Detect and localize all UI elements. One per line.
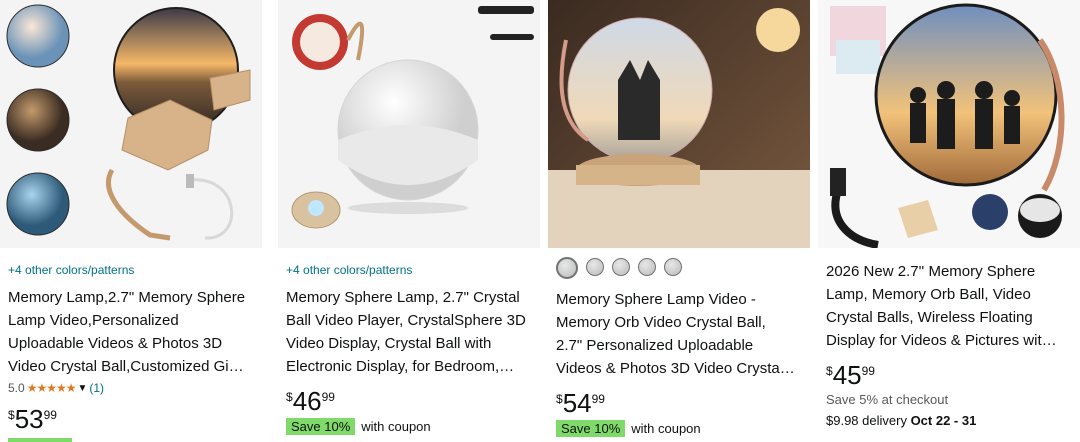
delivery-fee: $9.98 delivery <box>826 413 911 428</box>
rating-value: 5.0 <box>8 381 25 395</box>
price-fraction: 99 <box>591 392 605 406</box>
color-swatches <box>556 257 796 279</box>
other-colors-link[interactable]: +4 other colors/patterns <box>286 262 526 278</box>
chevron-down-icon[interactable]: ▼ <box>77 383 87 394</box>
rating-row[interactable]: 5.0 ★★★★★ ▼ (1) <box>8 380 256 396</box>
coupon-badge: Save 10% <box>286 418 356 435</box>
coupon-badge: Save 10% <box>556 420 626 437</box>
coupon-row: Save 10% with coupon <box>556 420 796 437</box>
price[interactable]: $ 54 99 <box>556 390 796 416</box>
product-card[interactable]: Memory Sphere Lamp Video - Memory Orb Vi… <box>540 0 810 442</box>
price[interactable]: $ 46 99 <box>286 388 526 414</box>
price[interactable]: $ 45 99 <box>826 362 1066 388</box>
product-title[interactable]: Memory Sphere Lamp, 2.7" Crystal Ball Vi… <box>286 286 526 378</box>
color-swatch[interactable] <box>664 258 682 276</box>
price-symbol: $ <box>826 364 833 378</box>
coupon-badge-partial <box>8 438 72 442</box>
color-swatch[interactable] <box>612 258 630 276</box>
product-image[interactable] <box>818 0 1080 248</box>
price-fraction: 99 <box>861 364 875 378</box>
product-image[interactable] <box>278 0 540 248</box>
checkout-savings: Save 5% at checkout <box>826 392 949 407</box>
price-symbol: $ <box>8 408 15 422</box>
color-swatch[interactable] <box>638 258 656 276</box>
coupon-text: with coupon <box>361 419 431 434</box>
price-whole: 53 <box>14 404 44 434</box>
price-whole: 46 <box>292 386 322 416</box>
product-card[interactable]: +4 other colors/patterns Memory Sphere L… <box>270 0 540 442</box>
star-rating-icon[interactable]: ★★★★★ <box>27 381 77 395</box>
price-fraction: 99 <box>321 390 335 404</box>
price-fraction: 99 <box>43 408 57 422</box>
product-title[interactable]: Memory Sphere Lamp Video - Memory Orb Vi… <box>556 288 796 380</box>
price-whole: 54 <box>562 388 592 418</box>
product-card[interactable]: +4 other colors/patterns Memory Lamp,2.7… <box>0 0 270 442</box>
delivery-dates: Oct 22 - 31 <box>910 413 977 428</box>
color-swatch-selected[interactable] <box>556 257 578 279</box>
coupon-text: with coupon <box>631 421 701 436</box>
delivery-info: $9.98 delivery Oct 22 - 31 <box>826 413 1066 428</box>
product-image[interactable] <box>0 0 262 248</box>
product-title[interactable]: 2026 New 2.7'' Memory Sphere Lamp, Memor… <box>826 260 1066 352</box>
other-colors-link[interactable]: +4 other colors/patterns <box>8 262 256 278</box>
color-swatch[interactable] <box>586 258 604 276</box>
price-symbol: $ <box>286 390 293 404</box>
price-whole: 45 <box>832 360 862 390</box>
product-image[interactable] <box>548 0 810 248</box>
coupon-row: Save 10% with coupon <box>286 418 526 435</box>
product-grid: +4 other colors/patterns Memory Lamp,2.7… <box>0 0 1080 442</box>
price-symbol: $ <box>556 392 563 406</box>
price[interactable]: $ 53 99 <box>8 406 256 432</box>
product-card[interactable]: 2026 New 2.7'' Memory Sphere Lamp, Memor… <box>810 0 1080 442</box>
product-title[interactable]: Memory Lamp,2.7" Memory Sphere Lamp Vide… <box>8 286 256 378</box>
rating-count-link[interactable]: (1) <box>89 381 104 395</box>
